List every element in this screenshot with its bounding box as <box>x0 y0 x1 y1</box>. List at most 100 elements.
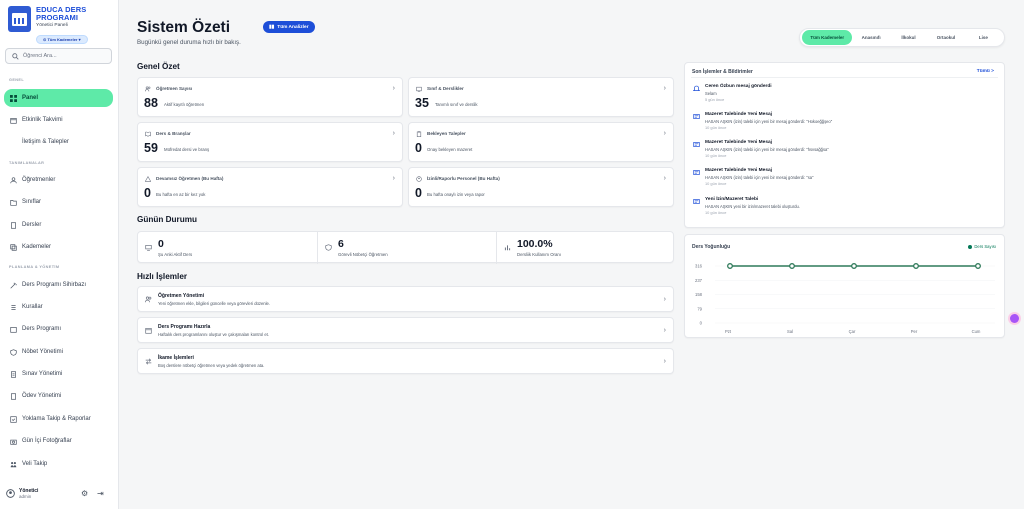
gear-icon[interactable]: ⚙ <box>81 489 88 498</box>
user-circle-icon <box>416 176 422 182</box>
quick-action-ikame[interactable]: İkame İşlemleri Boş derslere nöbetçi öğr… <box>137 348 674 374</box>
tab-ilkokul[interactable]: İlkokul <box>890 30 927 45</box>
sidebar-item-siniflar[interactable]: Sınıflar <box>4 193 113 211</box>
stat-card-devamsiz[interactable]: Devamsız Öğretmen (Bu Hafta) 0 Bu hafta … <box>137 167 403 207</box>
brand-subtitle: Yönetici Paneli <box>36 23 68 28</box>
sidebar-item-panel[interactable]: Panel <box>4 89 113 107</box>
today-label: Şu Anki Aktif Ders <box>158 252 193 257</box>
section-tanimlamalar: TANIMLAMALAR <box>9 161 45 165</box>
avatar-icon <box>6 489 15 498</box>
sidebar: EDUCA DERS PROGRAMI Yönetici Paneli ⊙ Tü… <box>0 0 119 509</box>
activity-desc: HASAN AŞKIN (izin) talebi için yeni bir … <box>705 119 833 124</box>
sidebar-item-label: Kademeler <box>22 244 52 250</box>
stat-value: 0 <box>415 141 422 155</box>
sidebar-item-yoklama[interactable]: Yoklama Takip & Raporlar <box>4 410 113 428</box>
kademe-label: Tüm Kademeler <box>47 37 78 42</box>
clipboard-icon <box>416 131 422 137</box>
page-subtitle: Bugünkü genel duruma hızlı bir bakış. <box>137 39 241 46</box>
activity-time: 10 gün önce <box>705 181 727 186</box>
sidebar-item-label: Panel <box>22 95 39 101</box>
analyze-label: Tüm Analizler <box>277 24 309 30</box>
chevron-right-icon: › <box>663 358 666 365</box>
search-input[interactable]: Öğrenci Ara... <box>5 48 112 64</box>
stat-card-bekleyen[interactable]: Bekleyen Talepler 0 Onay bekleyen mazere… <box>408 122 674 162</box>
bar-chart-icon <box>504 245 511 251</box>
shield-check-icon <box>325 244 332 251</box>
x-tick-label: Çar <box>849 329 856 334</box>
activity-time: 5 gün önce <box>705 97 725 102</box>
quick-action-ders-programi[interactable]: Ders Programı Hazırla Haftalık ders prog… <box>137 317 674 343</box>
sidebar-item-nobet[interactable]: Nöbet Yönetimi <box>4 343 113 361</box>
camera-icon <box>10 439 17 445</box>
sidebar-item-iletisim[interactable]: İletişim & Talepler <box>4 133 113 151</box>
level-tabs: Tüm Kademeler Anasınıfı İlkokul Ortaokul… <box>799 28 1005 47</box>
parents-icon <box>10 461 17 467</box>
chevron-right-icon: › <box>392 85 395 92</box>
see-all-link[interactable]: Tümü > <box>977 69 994 74</box>
today-value: 6 <box>338 238 344 250</box>
y-tick-label: 158 <box>695 292 703 297</box>
activity-time: 10 gün önce <box>705 125 727 130</box>
users-icon <box>145 296 152 303</box>
chart-svg: 316 237 158 79 0 Pzt Sal Çar Per Cum <box>695 263 995 334</box>
stat-desc: Bu hafta onaylı izin veya rapor <box>427 192 485 197</box>
stat-desc: Onay bekleyen mazeret <box>427 147 473 152</box>
stat-value: 88 <box>144 96 158 110</box>
user-profile[interactable]: Yönetici admin <box>6 488 38 499</box>
activity-desc: Selam <box>705 91 717 96</box>
quick-action-desc: Yeni öğretmen ekle, bilgileri güncelle v… <box>158 301 271 306</box>
kademe-selector[interactable]: ⊙ Tüm Kademeler ▾ <box>36 35 88 44</box>
sidebar-item-ogretmenler[interactable]: Öğretmenler <box>4 171 113 189</box>
stat-desc: Aktif kayıtlı öğretmen <box>164 102 205 107</box>
lesson-density-chart: Ders Yoğunluğu Ders Sayısı 316 237 158 79 0 P… <box>684 234 1005 338</box>
tab-anasinifi[interactable]: Anasınıfı <box>852 30 889 45</box>
sidebar-item-dersler[interactable]: Dersler <box>4 216 113 234</box>
today-panel: 0 Şu Anki Aktif Ders 6 Görevli Nöbetçi Ö… <box>137 231 674 264</box>
x-tick-label: Per <box>911 329 918 334</box>
sidebar-item-label: Kurallar <box>22 304 43 310</box>
today-value: 100.0% <box>517 238 553 250</box>
sidebar-item-odev[interactable]: Ödev Yönetimi <box>4 387 113 405</box>
quick-action-desc: Boş derslere nöbetçi öğretmen veya yedek… <box>158 363 265 368</box>
sidebar-item-kademeler[interactable]: Kademeler <box>4 238 113 256</box>
x-tick-label: Cum <box>972 329 981 334</box>
mail-icon <box>10 139 17 146</box>
users-icon <box>145 86 151 92</box>
sidebar-item-sihirbaz[interactable]: Ders Programı Sihirbazı <box>4 276 113 294</box>
quick-action-ogretmen[interactable]: Öğretmen Yönetimi Yeni öğretmen ekle, bi… <box>137 286 674 312</box>
data-point <box>851 263 857 269</box>
sidebar-item-kurallar[interactable]: Kurallar <box>4 298 113 316</box>
today-active-lessons: 0 Şu Anki Aktif Ders <box>138 232 317 264</box>
sidebar-item-label: Nöbet Yönetimi <box>22 349 63 355</box>
sidebar-item-sinav[interactable]: Sınav Yönetimi <box>4 365 113 383</box>
book-icon <box>11 221 16 229</box>
stat-card-sinif[interactable]: Sınıf & Derslikler 35 Tanımlı sınıf ve d… <box>408 77 674 117</box>
data-point <box>975 263 981 269</box>
stat-label: Öğretmen Sayısı <box>156 86 193 91</box>
wand-icon <box>10 282 17 289</box>
assistant-fab[interactable] <box>1010 314 1019 323</box>
alert-icon <box>145 176 151 182</box>
activity-panel: Son İşlemler & Bildirimler Tümü > Ceren … <box>684 62 1005 228</box>
stat-card-izinli[interactable]: İzinli/Raporlu Personel (Bu Hafta) 0 Bu … <box>408 167 674 207</box>
sidebar-item-etkinlik-takvimi[interactable]: Etkinlik Takvimi <box>4 111 113 129</box>
message-icon <box>693 114 700 119</box>
tab-lise[interactable]: Lise <box>965 30 1002 45</box>
shield-icon <box>10 348 17 356</box>
sidebar-item-fotograflar[interactable]: Gün İçi Fotoğraflar <box>4 432 113 450</box>
stat-label: Ders & Branşlar <box>156 131 191 136</box>
today-label: Görevli Nöbetçi Öğretmen <box>338 252 388 257</box>
logout-icon[interactable]: ⇥ <box>97 489 104 498</box>
all-analyses-button[interactable]: ▮▮ Tüm Analizler <box>263 21 315 33</box>
stat-card-ders[interactable]: Ders & Branşlar 59 Müfredat dersi ve bra… <box>137 122 403 162</box>
stat-card-ogretmen[interactable]: Öğretmen Sayısı 88 Aktif kayıtlı öğretme… <box>137 77 403 117</box>
sidebar-item-label: İletişim & Talepler <box>22 139 69 145</box>
sidebar-item-ders-programi[interactable]: Ders Programı <box>4 320 113 338</box>
classroom-icon <box>416 86 422 92</box>
message-icon <box>693 142 700 147</box>
sidebar-item-veli-takip[interactable]: Veli Takip <box>4 455 113 473</box>
tab-ortaokul[interactable]: Ortaokul <box>927 30 964 45</box>
tab-tum-kademeler[interactable]: Tüm Kademeler <box>802 30 853 45</box>
y-tick-label: 0 <box>700 321 703 326</box>
stat-label: İzinli/Raporlu Personel (Bu Hafta) <box>427 176 500 181</box>
